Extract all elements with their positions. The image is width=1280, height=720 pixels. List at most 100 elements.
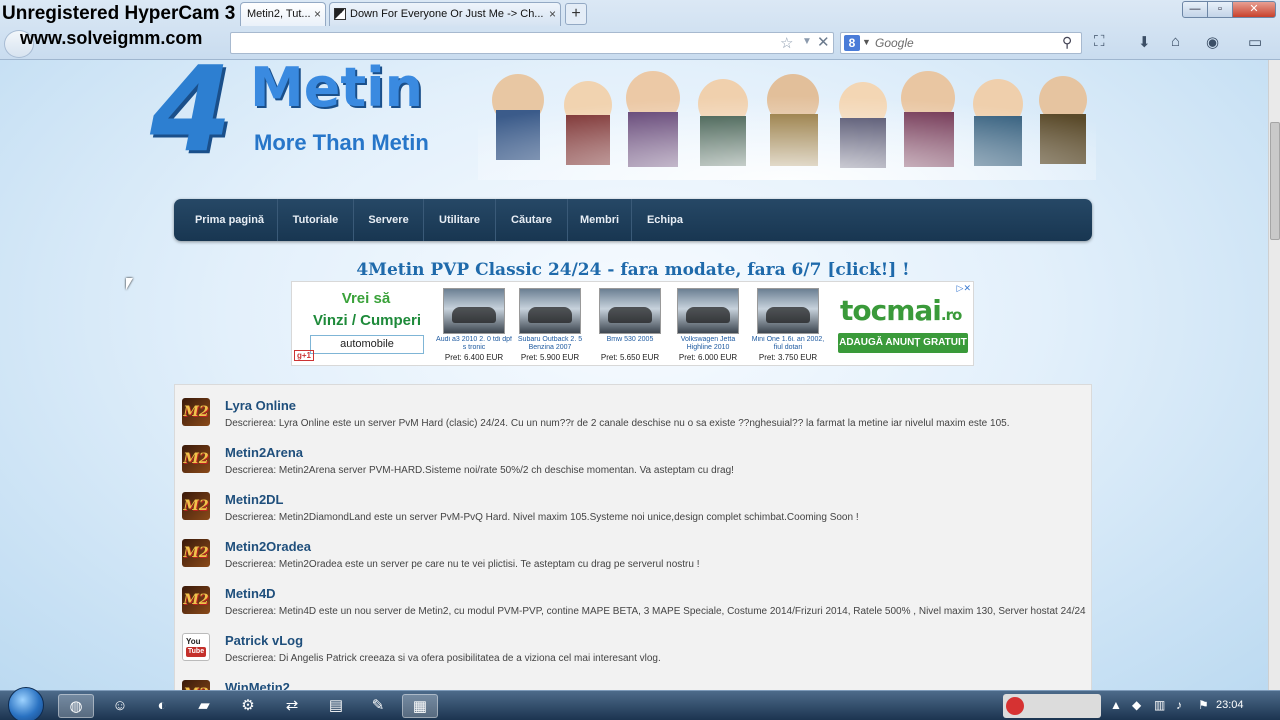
photo-icon[interactable]: ▦: [402, 694, 438, 718]
flag-icon[interactable]: ⚑: [1198, 698, 1209, 712]
tray-expand-icon[interactable]: ▲: [1110, 698, 1122, 712]
list-item: M2 Metin4D Descrierea: Metin4D este un n…: [175, 576, 1093, 623]
record-icon[interactable]: [1006, 697, 1024, 715]
server-title[interactable]: Metin2DL: [225, 492, 284, 507]
car-image: [677, 288, 739, 334]
logo-number[interactable]: 4: [150, 60, 232, 168]
tab-metin2-tutorials[interactable]: Metin2, Tut... ×: [240, 2, 326, 26]
tab-label: Metin2, Tut...: [247, 8, 311, 20]
tab-close-icon[interactable]: ×: [314, 3, 321, 25]
stop-icon[interactable]: ✕: [817, 33, 830, 51]
search-bar[interactable]: 8 ▼ Google ⚲: [840, 32, 1082, 54]
window-minimize-button[interactable]: —: [1182, 1, 1208, 18]
scrollbar-thumb[interactable]: [1270, 122, 1280, 240]
nav-members[interactable]: Membri: [568, 199, 632, 241]
ad-brand-logo[interactable]: tocmai.ro: [840, 294, 962, 327]
car-name: Volkswagen Jetta Highline 2010: [680, 336, 736, 351]
volume-icon[interactable]: ♪: [1176, 698, 1182, 712]
watermark-title: Unregistered HyperCam 3: [2, 3, 236, 24]
firefox-icon[interactable]: ◍: [58, 694, 94, 718]
server-title[interactable]: WinMetin2: [225, 680, 290, 690]
nav-utilities[interactable]: Utilitare: [424, 199, 496, 241]
logo-tagline[interactable]: More Than Metin: [254, 130, 429, 156]
window-maximize-button[interactable]: ▫: [1207, 1, 1233, 18]
list-item: M2 Metin2Arena Descrierea: Metin2Arena s…: [175, 435, 1093, 482]
folder-icon[interactable]: ▰: [186, 694, 222, 718]
start-button[interactable]: [8, 687, 44, 720]
car-image: [443, 288, 505, 334]
url-bar[interactable]: ☆ ▼ ✕: [230, 32, 834, 54]
car-name: Mini One 1.6i. an 2002, fiul dotari: [751, 336, 825, 351]
tab-down-for-everyone[interactable]: Down For Everyone Or Just Me -> Ch... ×: [329, 2, 561, 26]
system-clock[interactable]: 23:04: [1216, 699, 1244, 711]
hypercam-controls[interactable]: [1003, 694, 1101, 718]
server-title[interactable]: Patrick vLog: [225, 633, 303, 648]
steam-icon[interactable]: ⚙: [230, 694, 266, 718]
new-tab-button[interactable]: +: [565, 3, 587, 25]
network-icon[interactable]: ⇄: [274, 694, 310, 718]
server-title[interactable]: Metin2Arena: [225, 445, 303, 460]
search-engine-dropdown-icon[interactable]: ▼: [862, 37, 871, 47]
download-icon[interactable]: ⬇: [1138, 33, 1151, 51]
nav-team[interactable]: Echipa: [632, 199, 698, 241]
car-price: Pret: 5.900 EUR: [520, 353, 580, 362]
server-title[interactable]: Lyra Online: [225, 398, 296, 413]
site-favicon-icon: [334, 8, 346, 20]
ad-headline: Vinzi / Cumperi: [312, 312, 422, 329]
home-icon[interactable]: ⌂: [1171, 33, 1180, 50]
smiley-icon[interactable]: ☺: [102, 694, 138, 718]
google-icon[interactable]: 8: [844, 35, 860, 51]
nav-tutorials[interactable]: Tutoriale: [278, 199, 354, 241]
car-name: Subaru Outback 2. 5 Benzina 2007: [517, 336, 583, 351]
page-scrollbar[interactable]: [1268, 60, 1280, 690]
tab-close-icon[interactable]: ×: [549, 3, 556, 25]
ad-choices-icon[interactable]: ▷✕: [957, 283, 971, 294]
ad-car-item[interactable]: Mini One 1.6i. an 2002, fiul dotari Pret…: [750, 288, 826, 362]
banner-characters-image: [478, 60, 1096, 180]
media-icon[interactable]: ◐: [144, 694, 180, 718]
list-item: M2 Lyra Online Descrierea: Lyra Online e…: [175, 388, 1093, 435]
advertisement-banner[interactable]: Vrei să Vinzi / Cumperi automobile g+1 A…: [291, 281, 974, 366]
url-dropdown-icon[interactable]: ▼: [802, 36, 812, 47]
ad-car-item[interactable]: Subaru Outback 2. 5 Benzina 2007 Pret: 5…: [512, 288, 588, 362]
server-title[interactable]: Metin2Oradea: [225, 539, 311, 554]
list-item: M2 Metin2Oradea Descrierea: Metin2Oradea…: [175, 529, 1093, 576]
bookmarks-icon[interactable]: ⛶: [1094, 33, 1105, 50]
ad-car-item[interactable]: Audi a3 2010 2. 0 tdi dpf s tronic Pret:…: [436, 288, 512, 362]
network-tray-icon[interactable]: ▥: [1154, 698, 1165, 712]
server-title[interactable]: Metin4D: [225, 586, 276, 601]
youtube-icon: You Tube: [182, 633, 210, 661]
server-description: Descrierea: Di Angelis Patrick creeaza s…: [225, 653, 661, 664]
search-input[interactable]: Google: [875, 36, 914, 50]
car-price: Pret: 6.000 EUR: [678, 353, 738, 362]
nav-search[interactable]: Căutare: [496, 199, 568, 241]
tab-label: Down For Everyone Or Just Me -> Ch...: [350, 8, 544, 20]
tool-icon[interactable]: ✎: [360, 694, 396, 718]
nav-servers[interactable]: Servere: [354, 199, 424, 241]
search-icon[interactable]: ⚲: [1062, 34, 1072, 51]
ad-brand-suffix: .ro: [940, 306, 962, 324]
metin2-icon: M2: [182, 445, 210, 473]
server-description: Descrierea: Metin2Oradea este un server …: [225, 559, 700, 570]
list-item: M2 Metin2DL Descrierea: Metin2DiamondLan…: [175, 482, 1093, 529]
nav-home[interactable]: Prima pagină: [182, 199, 278, 241]
metin2-icon: M2: [182, 680, 210, 690]
addon-icon[interactable]: ◉: [1206, 33, 1219, 51]
tray-app-icon[interactable]: ◆: [1132, 698, 1141, 712]
notepad-icon[interactable]: ▤: [318, 694, 354, 718]
mouse-cursor-icon: [126, 278, 133, 290]
ad-car-item[interactable]: Volkswagen Jetta Highline 2010 Pret: 6.0…: [670, 288, 746, 362]
car-image: [599, 288, 661, 334]
logo-word[interactable]: Metin: [250, 60, 423, 119]
ad-car-item[interactable]: Bmw 530 2005 Pret: 5.650 EUR: [592, 288, 668, 362]
featured-server-link[interactable]: 4Metin PVP Classic 24/24 - fara modate, …: [174, 260, 1092, 280]
ad-search-input[interactable]: automobile: [310, 335, 424, 354]
bookmark-star-icon[interactable]: ☆: [780, 34, 793, 52]
google-plus-button[interactable]: g+1: [294, 350, 315, 361]
ad-cta-button[interactable]: ADAUGĂ ANUNȚ GRATUIT: [838, 333, 968, 353]
menu-icon[interactable]: ▭: [1248, 33, 1262, 51]
metin2-icon: M2: [182, 539, 210, 567]
window-close-button[interactable]: ✕: [1232, 1, 1276, 18]
metin2-icon: M2: [182, 492, 210, 520]
car-price: Pret: 5.650 EUR: [600, 353, 660, 362]
